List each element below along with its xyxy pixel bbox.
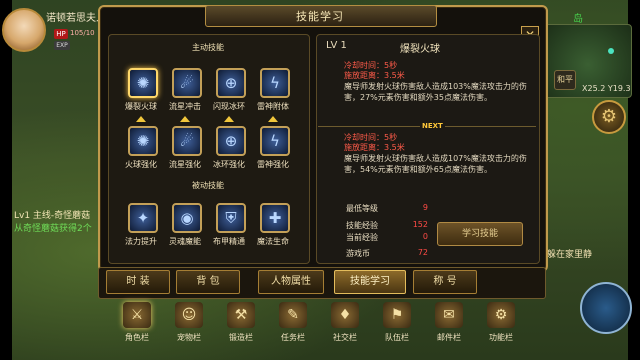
nav-label: 邮件栏: [437, 333, 461, 342]
panel-title: 技能学习: [296, 10, 344, 23]
quest-tracker-objective[interactable]: 从奇怪蘑菇获得2个: [14, 221, 92, 234]
letterbox-left: [0, 0, 12, 360]
skill-level: LV 1: [326, 40, 347, 51]
tab-skill-learning[interactable]: 技能学习: [334, 270, 406, 294]
quest-icon: ✎: [279, 302, 307, 328]
hp-tag: HP: [54, 29, 68, 39]
settings-gear-icon[interactable]: ⚙: [592, 100, 626, 134]
tab-fashion[interactable]: 时 装: [106, 270, 170, 294]
function-icon: ⚙: [487, 302, 515, 328]
tab-backpack[interactable]: 背 包: [176, 270, 240, 294]
upgrade-arrow-icon: [224, 116, 234, 122]
req-value-current-exp: 0: [422, 232, 428, 241]
nav-label: 锻造栏: [229, 333, 253, 342]
skill-slot[interactable]: ◉ 灵魂魔能: [161, 203, 209, 263]
skill-slot[interactable]: ✚ 魔法生命: [249, 203, 297, 263]
req-value-skill-exp: 152: [412, 220, 428, 229]
req-label-level: 最低等级: [346, 204, 378, 213]
ice-ring-icon[interactable]: ⊕: [216, 68, 246, 98]
learn-skill-button[interactable]: 学习技能: [437, 222, 523, 246]
social-icon: ♦: [331, 302, 359, 328]
req-label-current-exp: 当前经验: [346, 233, 378, 242]
nav-label: 角色栏: [125, 333, 149, 342]
req-value-level: 9: [422, 203, 428, 212]
character-icon: ⚔: [123, 302, 151, 328]
tab-attributes[interactable]: 人物属性: [258, 270, 324, 294]
mail-icon: ✉: [435, 302, 463, 328]
magic-life-icon[interactable]: ✚: [260, 203, 290, 233]
upgrade-arrow-icon: [268, 116, 278, 122]
nav-social[interactable]: ♦ 社交栏: [322, 298, 368, 358]
forge-icon: ⚒: [227, 302, 255, 328]
hp-value: 105/10: [70, 29, 95, 37]
next-label: NEXT: [420, 122, 445, 130]
nav-pet[interactable]: ☺ 宠物栏: [166, 298, 212, 358]
map-name: 岛: [573, 14, 583, 25]
team-icon: ⚑: [383, 302, 411, 328]
meteor-icon[interactable]: ☄: [172, 68, 202, 98]
soul-magic-icon[interactable]: ◉: [172, 203, 202, 233]
cloth-armor-icon[interactable]: ⛨: [216, 203, 246, 233]
upgrade-arrow-icon: [180, 116, 190, 122]
bottom-navigation: ⚔ 角色栏 ☺ 宠物栏 ⚒ 锻造栏 ✎ 任务栏 ♦ 社交栏 ⚑ 队伍栏 ✉ 邮件…: [110, 298, 538, 360]
upgrade-arrow-icon: [136, 116, 146, 122]
player-portrait[interactable]: [2, 8, 46, 52]
fireball-boost-icon[interactable]: ✺: [128, 126, 158, 156]
mana-up-icon[interactable]: ✦: [128, 203, 158, 233]
range-next: 施放距离：3.5米: [344, 143, 405, 152]
skill-slot[interactable]: ✺ 火球强化: [117, 126, 165, 186]
nav-label: 社交栏: [333, 333, 357, 342]
skill-slot[interactable]: ⛨ 布甲精通: [205, 203, 253, 263]
nav-team[interactable]: ⚑ 队伍栏: [374, 298, 420, 358]
skill-label: 魔法生命: [257, 237, 289, 246]
nav-forge[interactable]: ⚒ 锻造栏: [218, 298, 264, 358]
skill-slot[interactable]: ☄ 流星强化: [161, 126, 209, 186]
quest-tracker-title[interactable]: Lv1 主线-奇怪蘑菇: [14, 208, 90, 221]
req-label-coins: 游戏币: [346, 249, 370, 258]
attack-skill-orb[interactable]: [580, 282, 632, 334]
active-skills-title: 主动技能: [192, 43, 224, 52]
peace-mode-button[interactable]: 和平: [554, 70, 576, 90]
tab-title[interactable]: 称 号: [413, 270, 477, 294]
nav-label: 宠物栏: [177, 333, 201, 342]
minimap-player-marker: [608, 48, 614, 54]
thunder-boost-icon[interactable]: ϟ: [260, 126, 290, 156]
nav-mail[interactable]: ✉ 邮件栏: [426, 298, 472, 358]
skill-slot[interactable]: ϟ 雷神强化: [249, 126, 297, 186]
thunder-icon[interactable]: ϟ: [260, 68, 290, 98]
description-next: 魔导师发射火球伤害敌人造成107%魔法攻击力的伤害，54%元素伤害和额外65点魔…: [344, 154, 527, 174]
nav-label: 功能栏: [489, 333, 513, 342]
nav-function[interactable]: ⚙ 功能栏: [478, 298, 524, 358]
nav-quest[interactable]: ✎ 任务栏: [270, 298, 316, 358]
exp-tag: EXP: [54, 41, 70, 50]
skill-name: 爆裂火球: [400, 44, 440, 55]
skill-slot[interactable]: ⊕ 冰环强化: [205, 126, 253, 186]
player-coordinates: X25.2 Y19.3: [582, 84, 631, 93]
req-value-coins: 72: [417, 248, 428, 257]
skill-label: 雷神强化: [257, 160, 289, 169]
nav-character[interactable]: ⚔ 角色栏: [114, 298, 160, 358]
pet-icon: ☺: [175, 302, 203, 328]
ice-boost-icon[interactable]: ⊕: [216, 126, 246, 156]
skill-slot[interactable]: ✦ 法力提升: [117, 203, 165, 263]
player-name: 诺顿若思夫人: [46, 13, 106, 24]
req-label-skill-exp: 技能经验: [346, 221, 378, 230]
range-current: 施放距离：3.5米: [344, 71, 405, 80]
fireball-icon[interactable]: ✺: [128, 68, 158, 98]
skill-label: 雷神附体: [257, 102, 289, 111]
description-current: 魔导师发射火球伤害敌人造成103%魔法攻击力的伤害，27%元素伤害和额外35点魔…: [344, 82, 527, 102]
meteor-boost-icon[interactable]: ☄: [172, 126, 202, 156]
nav-label: 任务栏: [281, 333, 305, 342]
nav-label: 队伍栏: [385, 333, 409, 342]
